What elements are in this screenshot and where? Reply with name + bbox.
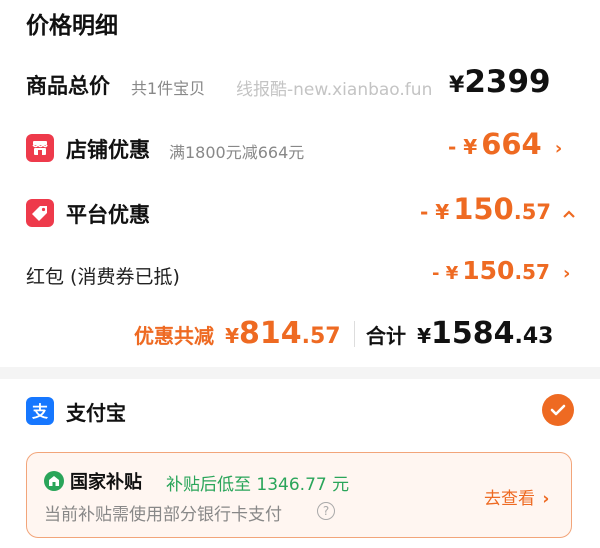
subsidy-description: 当前补贴需使用部分银行卡支付: [44, 505, 282, 525]
store-discount-prefix: - ¥: [448, 135, 478, 159]
total-yen: ¥: [449, 73, 465, 98]
platform-discount-int: 150: [453, 192, 514, 226]
chevron-up-icon: [562, 203, 576, 224]
red-packet-dec: .57: [514, 260, 550, 284]
grand-total-dec: .43: [514, 324, 554, 349]
item-count: 共1件宝贝: [131, 79, 206, 98]
watermark-text: 线报酷-new.xianbao.fun: [236, 80, 433, 100]
section-separator: [0, 367, 600, 379]
subsidy-note: 补贴后低至 1346.77 元: [166, 475, 350, 495]
platform-discount-dec: .57: [513, 200, 551, 224]
chevron-right-icon: ›: [562, 263, 571, 284]
grand-total-label: 合计: [366, 324, 406, 348]
grand-total-int: 1584: [431, 316, 515, 351]
discount-summary: 优惠共减 ¥814.57: [134, 316, 341, 356]
store-discount-amount: 664: [481, 127, 542, 161]
store-discount-detail: 满1800元减664元: [169, 143, 305, 162]
grand-total: 合计 ¥1584.43: [366, 316, 554, 356]
total-label: 商品总价: [26, 74, 110, 98]
chevron-right-icon: ›: [542, 489, 550, 509]
payment-label: 支付宝: [66, 401, 126, 425]
store-discount-label: 店铺优惠: [66, 138, 150, 162]
store-discount-row-button[interactable]: - ¥664 ›: [448, 127, 576, 167]
alipay-icon: 支: [26, 397, 54, 425]
red-packet-row-button[interactable]: - ¥150.57 ›: [432, 256, 580, 292]
red-packet-int: 150: [462, 256, 515, 285]
total-amount: 2399: [464, 64, 551, 100]
subsidy-icon: [44, 471, 64, 491]
grand-total-yen: ¥: [417, 324, 432, 348]
store-icon: [26, 134, 54, 162]
red-packet-prefix: - ¥: [432, 263, 459, 284]
total-price: ¥2399: [449, 64, 569, 104]
question-circle-icon[interactable]: ?: [317, 502, 335, 520]
page-title: 价格明细: [26, 13, 118, 39]
check-icon[interactable]: [542, 394, 574, 426]
coupon-tag-icon: [26, 199, 54, 227]
platform-discount-label: 平台优惠: [66, 203, 150, 227]
svg-text:支: 支: [31, 402, 49, 421]
discount-total-yen: ¥: [225, 324, 240, 348]
discount-total-label: 优惠共减: [134, 324, 214, 348]
platform-discount-toggle[interactable]: - ¥150.57: [420, 192, 580, 232]
red-packet-label: 红包 (消费券已抵): [26, 266, 180, 288]
discount-total-int: 814: [239, 316, 302, 351]
platform-discount-prefix: - ¥: [420, 200, 450, 224]
summary-divider: [354, 321, 355, 347]
subsidy-title: 国家补贴: [70, 472, 142, 493]
subsidy-view-label: 去查看: [484, 489, 535, 509]
chevron-right-icon: ›: [554, 138, 563, 159]
subsidy-view-link[interactable]: 去查看 ›: [484, 484, 549, 509]
discount-total-dec: .57: [301, 324, 341, 349]
